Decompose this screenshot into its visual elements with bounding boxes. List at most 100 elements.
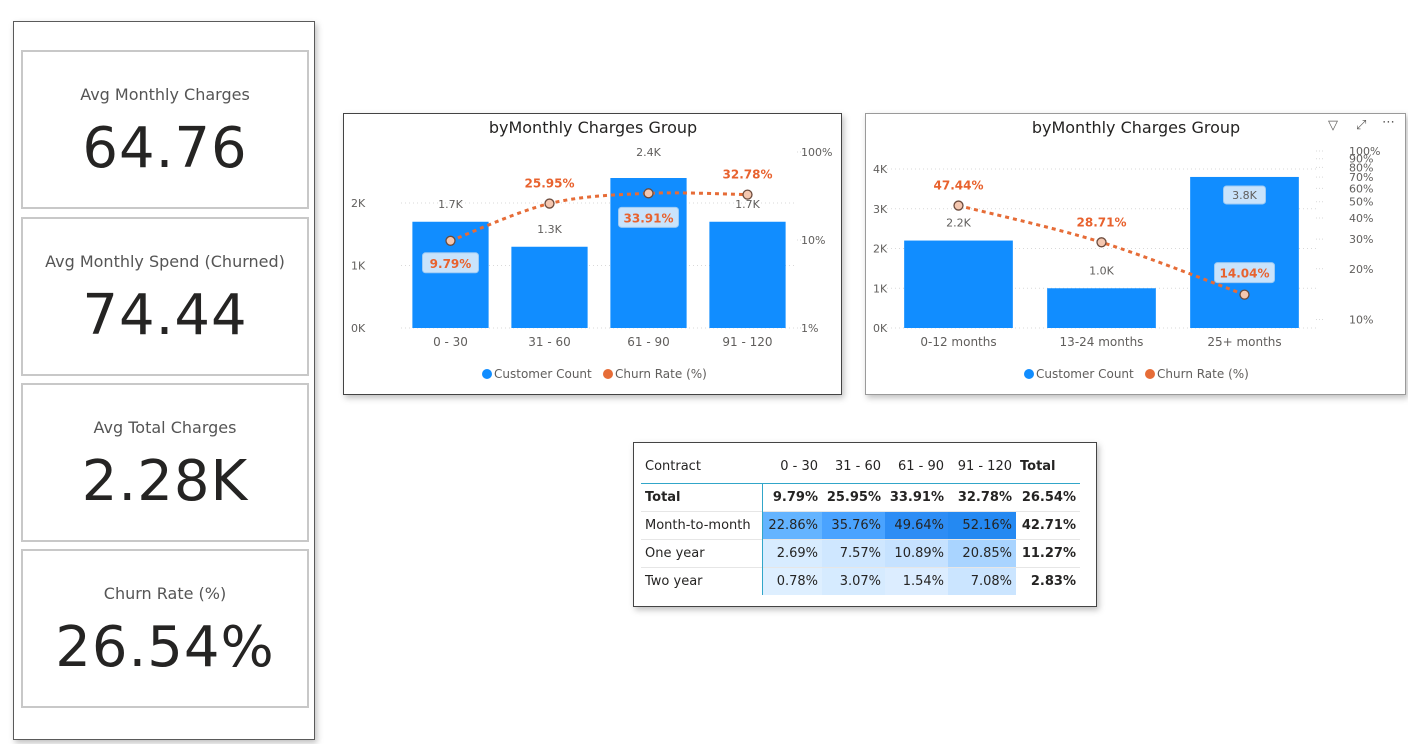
line-point <box>1096 237 1107 248</box>
y-axis-tick-label: 0K <box>351 322 366 335</box>
y-axis-tick-label: 4K <box>873 163 888 176</box>
matrix-cell: 25.95% <box>826 490 881 505</box>
row-header[interactable]: Two year <box>641 567 763 595</box>
bar-data-label: 1.0K <box>1089 264 1114 277</box>
column-header[interactable]: 0 - 30 <box>762 449 822 484</box>
y-axis-tick-label: 1K <box>351 260 366 273</box>
matrix-cell: 7.57% <box>822 539 885 568</box>
line-point <box>742 189 753 200</box>
column-header[interactable]: 61 - 90 <box>885 449 948 484</box>
filter-icon[interactable]: ▽ <box>1328 118 1338 133</box>
rate-data-label: 28.71% <box>1077 215 1127 229</box>
y2-axis-tick-label: 10% <box>1349 313 1373 326</box>
y2-axis-tick-label: 20% <box>1349 263 1373 276</box>
legend-marker-churn-rate <box>1145 369 1155 379</box>
bar <box>904 240 1013 328</box>
bar <box>610 178 687 328</box>
x-axis-tick-label: 13-24 months <box>1060 335 1144 349</box>
y2-axis-tick-label: 50% <box>1349 196 1373 209</box>
kpi-value: 2.28K <box>81 449 249 514</box>
matrix-cell-total: 11.27% <box>1016 539 1080 568</box>
matrix-cell: 22.86% <box>762 511 822 540</box>
matrix-header-row: Contract 0 - 30 31 - 60 61 - 90 91 - 120… <box>641 449 1080 484</box>
column-header[interactable]: 31 - 60 <box>822 449 885 484</box>
kpi-value: 74.44 <box>82 283 248 348</box>
matrix-cell: 20.85% <box>948 539 1016 568</box>
kpi-label: Avg Monthly Spend (Churned) <box>45 252 285 271</box>
matrix-cell: 33.91% <box>889 490 944 505</box>
matrix-contract-by-charges-group[interactable]: Contract 0 - 30 31 - 60 61 - 90 91 - 120… <box>633 442 1097 607</box>
y2-axis-tick-label: 30% <box>1349 233 1373 246</box>
y-axis-tick-label: 2K <box>351 197 366 210</box>
bar <box>511 246 588 328</box>
y-axis-tick-label: 3K <box>873 203 888 216</box>
y2-axis-tick-label: 40% <box>1349 212 1373 225</box>
kpi-value: 64.76 <box>82 116 248 181</box>
rate-data-label: 47.44% <box>934 179 984 193</box>
chart-title: byMonthly Charges Group <box>489 118 697 137</box>
legend-label-churn-rate: Churn Rate (%) <box>1157 367 1249 381</box>
row-header[interactable]: One year <box>641 539 763 568</box>
rate-data-label: 25.95% <box>525 177 575 191</box>
matrix-row: Two year 0.78% 3.07% 1.54% 7.08% 2.83% <box>641 567 1080 595</box>
legend-label-customer-count: Customer Count <box>1036 367 1134 381</box>
line-point <box>1239 289 1250 300</box>
kpi-card-avg-monthly-charges[interactable]: Avg Monthly Charges 64.76 <box>21 50 309 209</box>
column-header[interactable]: 91 - 120 <box>948 449 1016 484</box>
matrix-total-row: Total 9.79% 25.95% 33.91% 32.78% 26.54% <box>641 483 1080 512</box>
column-header-contract[interactable]: Contract <box>641 449 762 484</box>
legend-label-churn-rate: Churn Rate (%) <box>615 367 707 381</box>
y2-axis-tick-label: 10% <box>801 234 825 247</box>
line-point <box>544 198 555 209</box>
more-options-icon[interactable]: ⋯ <box>1382 115 1395 130</box>
line-point <box>953 200 964 211</box>
bar <box>709 221 786 328</box>
x-axis-tick-label: 61 - 90 <box>627 335 670 349</box>
churn-rate-line <box>449 191 748 243</box>
column-header-total[interactable]: Total <box>1016 449 1080 484</box>
matrix-cell-total: 26.54% <box>1021 490 1076 505</box>
kpi-card-churn-rate[interactable]: Churn Rate (%) 26.54% <box>21 549 309 708</box>
matrix-cell: 3.07% <box>822 567 885 595</box>
chart-title: byMonthly Charges Group <box>1032 118 1240 137</box>
bar-data-label: 2.4K <box>636 146 661 159</box>
kpi-label: Churn Rate (%) <box>103 584 227 603</box>
matrix-cell: 9.79% <box>772 490 818 505</box>
x-axis-tick-label: 0-12 months <box>920 335 996 349</box>
matrix-cell-total: 42.71% <box>1016 511 1080 540</box>
bar-data-label: 1.7K <box>438 198 463 211</box>
matrix-cell: 2.69% <box>762 539 822 568</box>
kpi-label: Avg Monthly Charges <box>80 85 250 104</box>
kpi-panel: Avg Monthly Charges 64.76 Avg Monthly Sp… <box>13 21 315 740</box>
legend-label-customer-count: Customer Count <box>494 367 592 381</box>
focus-mode-icon[interactable]: ⤢ <box>1356 118 1366 133</box>
matrix-cell: 49.64% <box>885 511 948 540</box>
x-axis-tick-label: 0 - 30 <box>433 335 468 349</box>
y-axis-tick-label: 1K <box>873 282 888 295</box>
matrix-row: Month-to-month 22.86% 35.76% 49.64% 52.1… <box>641 511 1080 540</box>
rate-data-label: 32.78% <box>723 168 773 182</box>
y2-axis-tick-label: 100% <box>1349 145 1380 158</box>
x-axis-tick-label: 31 - 60 <box>528 335 571 349</box>
rate-data-label: 33.91% <box>624 211 674 225</box>
x-axis-tick-label: 25+ months <box>1207 335 1281 349</box>
kpi-card-avg-total-charges[interactable]: Avg Total Charges 2.28K <box>21 383 309 542</box>
x-axis-tick-label: 91 - 120 <box>722 335 772 349</box>
combo-chart-tenure-group[interactable]: byMonthly Charges Group 0K 1K 2K 3K 4K 10% 20% 3… <box>865 113 1406 395</box>
kpi-label: Avg Total Charges <box>93 418 237 437</box>
matrix-cell: 10.89% <box>885 539 948 568</box>
line-point <box>445 235 456 246</box>
matrix-cell: 1.54% <box>885 567 948 595</box>
y2-axis-tick-label: 60% <box>1349 182 1373 195</box>
legend-marker-customer-count <box>1024 369 1034 379</box>
rate-data-label: 9.79% <box>430 257 472 271</box>
bar <box>1047 288 1156 328</box>
combo-chart-monthly-charges-group[interactable]: byMonthly Charges Group 0K 1K 2K 1% 10% 100% 0 … <box>343 113 842 395</box>
line-point <box>643 188 654 199</box>
row-header[interactable]: Month-to-month <box>641 511 763 540</box>
y-axis-tick-label: 0K <box>873 322 888 335</box>
bar-data-label: 3.8K <box>1232 189 1257 202</box>
kpi-card-avg-monthly-spend-churned[interactable]: Avg Monthly Spend (Churned) 74.44 <box>21 217 309 376</box>
kpi-value: 26.54% <box>55 615 275 680</box>
matrix-row: One year 2.69% 7.57% 10.89% 20.85% 11.27… <box>641 539 1080 568</box>
